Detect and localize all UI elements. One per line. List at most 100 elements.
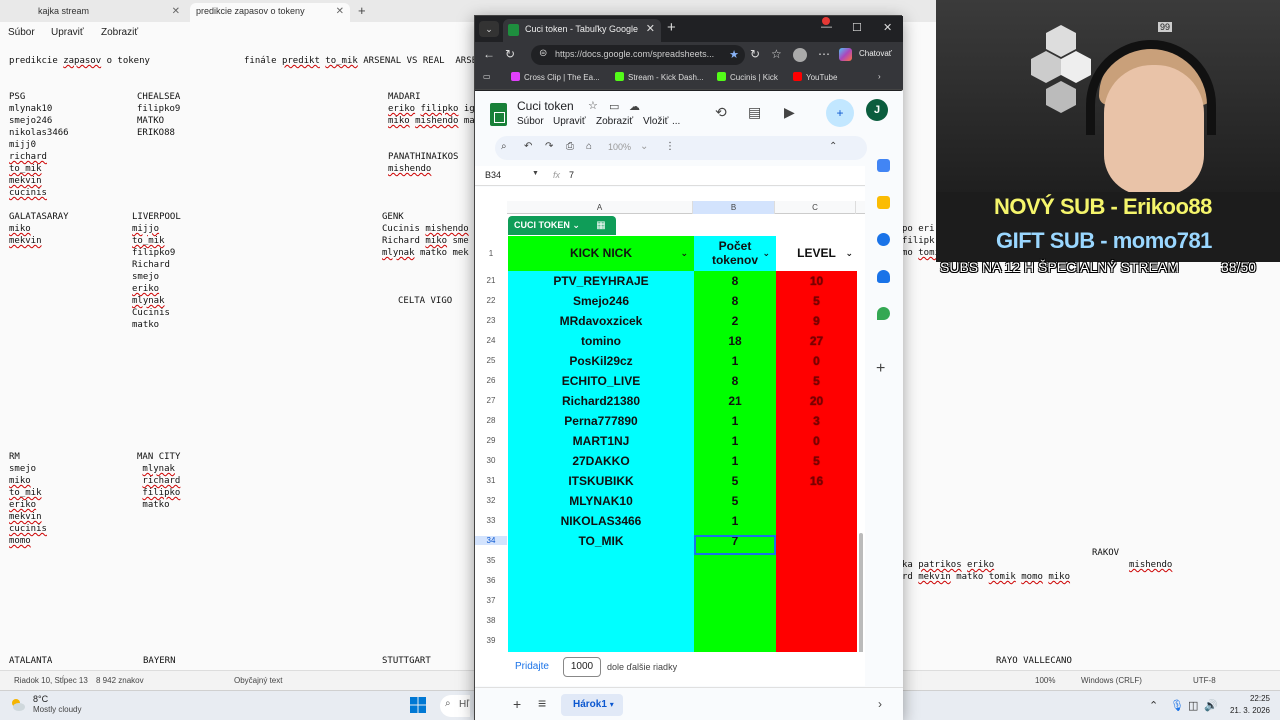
menu-edit[interactable]: Upraviť (553, 116, 586, 127)
cell-kick-nick[interactable] (508, 571, 694, 591)
column-header-b[interactable]: B (693, 201, 775, 214)
clock-time[interactable]: 22:25 (1222, 694, 1270, 703)
cell-level[interactable] (776, 551, 857, 571)
cell-level[interactable]: 27 (776, 331, 857, 351)
row-number[interactable]: 21 (475, 276, 507, 285)
close-icon[interactable]: ✕ (646, 22, 655, 35)
windows-start-icon[interactable] (410, 697, 426, 713)
cell-tokens[interactable] (694, 591, 776, 611)
chevron-down-icon[interactable]: ▼ (532, 170, 539, 177)
cell-level[interactable]: 0 (776, 431, 857, 451)
browser-tab[interactable]: Cuci token - Tabuľky Google ✕ (503, 19, 661, 42)
row-number[interactable]: 30 (475, 456, 507, 465)
cell-tokens[interactable]: 8 (694, 271, 776, 291)
paint-format-icon[interactable]: ⌂ (586, 141, 592, 152)
row-number[interactable]: 28 (475, 416, 507, 425)
row-number[interactable]: 33 (475, 516, 507, 525)
calendar-icon[interactable] (877, 159, 890, 172)
header-pocet-tokenov[interactable]: Počet tokenov ⌄ (694, 236, 776, 271)
minimize-icon[interactable]: — (821, 21, 832, 33)
notepad-tab-predikcie[interactable]: predikcie zapasov o tokeny ✕ (190, 3, 350, 22)
bookmark-cucinis-kick[interactable]: Cucinis | Kick (717, 72, 778, 86)
close-icon[interactable]: ✕ (336, 6, 344, 17)
selected-cell-b34[interactable] (694, 535, 776, 555)
cell-kick-nick[interactable] (508, 591, 694, 611)
chevron-up-icon[interactable]: ⌃ (829, 141, 837, 152)
site-info-icon[interactable]: ⊜ (539, 48, 547, 59)
cell-tokens[interactable]: 5 (694, 491, 776, 511)
search-icon[interactable]: ⌕ (501, 141, 507, 152)
cell-tokens[interactable]: 5 (694, 471, 776, 491)
name-box[interactable]: B34 (485, 170, 501, 180)
row-number[interactable]: 36 (475, 576, 507, 585)
cell-tokens[interactable]: 1 (694, 431, 776, 451)
cell-kick-nick[interactable]: MART1NJ (508, 431, 694, 451)
cell-tokens[interactable]: 1 (694, 411, 776, 431)
table-view-icon[interactable]: ▦ (587, 216, 615, 235)
cell-level[interactable]: 3 (776, 411, 857, 431)
cell-level[interactable] (776, 591, 857, 611)
taskbar-search[interactable]: ⌕ Hľ (440, 695, 470, 717)
row-number[interactable]: 38 (475, 616, 507, 625)
comment-icon[interactable]: ▤ (748, 104, 761, 121)
close-window-icon[interactable]: ✕ (883, 21, 892, 34)
row-number[interactable]: 32 (475, 496, 507, 505)
cell-kick-nick[interactable] (508, 611, 694, 631)
sheet-tab-harok1[interactable]: Hárok1 ▾ (561, 694, 623, 716)
bookmark-crossclip[interactable]: Cross Clip | The Ea... (511, 72, 600, 86)
cell-level[interactable]: 5 (776, 451, 857, 471)
microphone-icon[interactable]: 🎙 (1170, 699, 1184, 712)
cell-level[interactable]: 20 (776, 391, 857, 411)
menu-edit[interactable]: Upraviť (51, 27, 84, 38)
add-addon-icon[interactable]: + (876, 360, 885, 378)
row-number[interactable]: 24 (475, 336, 507, 345)
row-number[interactable]: 29 (475, 436, 507, 445)
cell-level[interactable]: 16 (776, 471, 857, 491)
volume-icon[interactable]: 🔊 (1204, 699, 1218, 712)
all-sheets-icon[interactable]: ≡ (538, 695, 546, 711)
maps-icon[interactable] (877, 307, 890, 320)
add-rows-count-input[interactable]: 1000 (563, 657, 601, 677)
cell-level[interactable]: 5 (776, 291, 857, 311)
row-number[interactable]: 23 (475, 316, 507, 325)
add-rows-button[interactable]: Pridajte (515, 661, 549, 672)
sheets-logo-icon[interactable] (490, 103, 507, 126)
cell-tokens[interactable]: 21 (694, 391, 776, 411)
cell-kick-nick[interactable]: TO_MIK (508, 531, 694, 551)
cell-tokens[interactable] (694, 571, 776, 591)
cell-level[interactable] (776, 631, 857, 651)
network-icon[interactable]: ◫ (1188, 699, 1198, 712)
chevron-down-icon[interactable]: ⌄ (845, 236, 853, 271)
cell-kick-nick[interactable]: MRdavoxzicek (508, 311, 694, 331)
document-title[interactable]: Cuci token (517, 99, 574, 113)
cell-tokens[interactable]: 18 (694, 331, 776, 351)
notepad-tab-kajka[interactable]: kajka stream ✕ (4, 3, 186, 22)
cell-kick-nick[interactable]: PosKil29cz (508, 351, 694, 371)
cell-kick-nick[interactable]: Perna777890 (508, 411, 694, 431)
cell-tokens[interactable]: 2 (694, 311, 776, 331)
cell-kick-nick[interactable]: ECHITO_LIVE (508, 371, 694, 391)
new-tab-icon[interactable]: + (358, 3, 366, 18)
cell-tokens[interactable]: 1 (694, 451, 776, 471)
user-avatar[interactable]: J (866, 99, 888, 121)
cell-kick-nick[interactable] (508, 551, 694, 571)
cell-kick-nick[interactable]: NIKOLAS3466 (508, 511, 694, 531)
cell-kick-nick[interactable] (508, 631, 694, 651)
bookmark-youtube[interactable]: YouTube (793, 72, 837, 86)
menu-more[interactable]: ... (672, 116, 680, 127)
cell-level[interactable]: 5 (776, 371, 857, 391)
chevron-right-icon[interactable]: › (878, 697, 882, 711)
reload-icon[interactable]: ↻ (505, 47, 515, 61)
add-sheet-icon[interactable]: + (513, 696, 521, 712)
redo-icon[interactable]: ↷ (545, 141, 553, 152)
row-number[interactable]: 25 (475, 356, 507, 365)
row-number[interactable]: 22 (475, 296, 507, 305)
row-number[interactable]: 31 (475, 476, 507, 485)
cell-kick-nick[interactable]: tomino (508, 331, 694, 351)
chevron-up-icon[interactable]: ⌃ (1149, 699, 1158, 712)
cell-tokens[interactable]: 8 (694, 291, 776, 311)
back-icon[interactable]: ← (483, 47, 495, 61)
contacts-icon[interactable] (877, 270, 890, 283)
row-number[interactable]: 27 (475, 396, 507, 405)
more-icon[interactable]: ⋯ (818, 47, 830, 61)
